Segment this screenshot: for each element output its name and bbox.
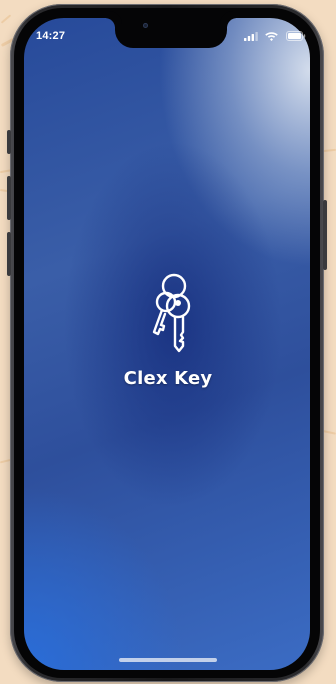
front-camera — [143, 23, 148, 28]
volume-down-button — [7, 232, 11, 276]
app-name: Clex Key — [123, 368, 213, 389]
home-indicator[interactable] — [119, 658, 217, 662]
background-sketch-stroke — [0, 14, 12, 24]
battery-icon — [286, 31, 306, 41]
keys-icon — [152, 273, 191, 353]
status-time: 14:27 — [36, 30, 66, 42]
cellular-signal-icon — [244, 32, 258, 41]
power-button — [323, 200, 327, 270]
wifi-icon — [265, 32, 278, 41]
silent-switch — [7, 130, 11, 154]
volume-up-button — [7, 176, 11, 220]
notch — [115, 18, 227, 48]
